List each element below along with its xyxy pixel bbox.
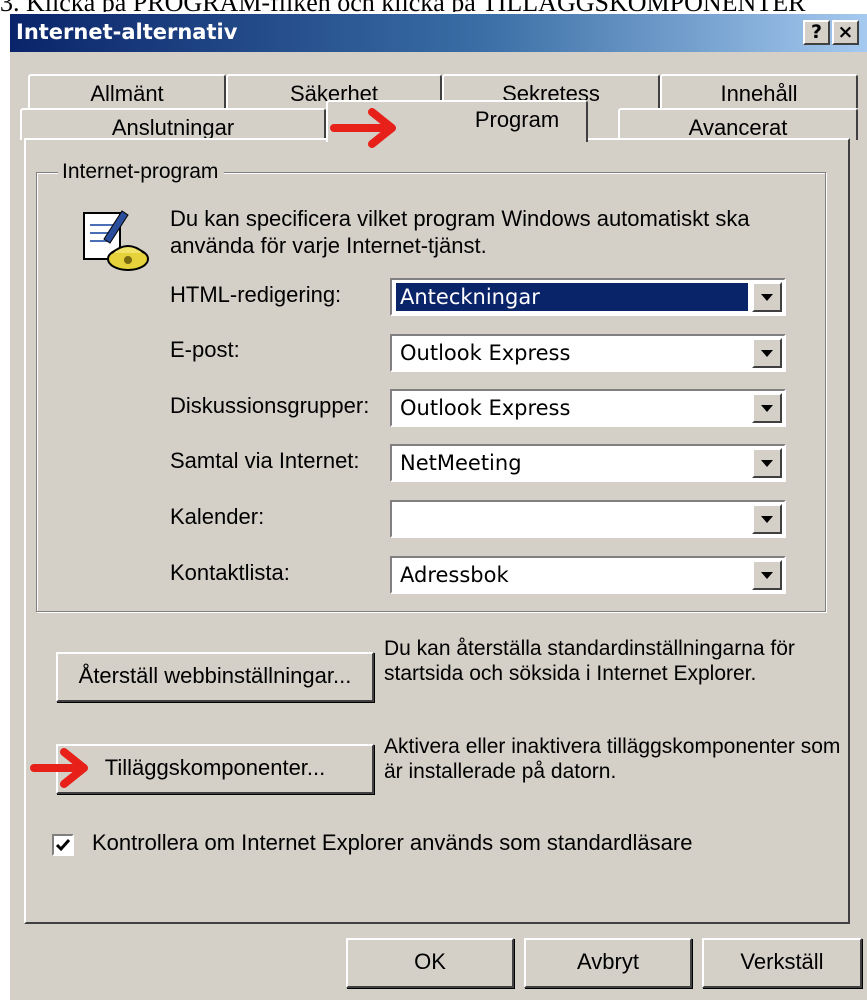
contacts-select[interactable]: Adressbok [390,556,786,594]
field-label-internet-call: Samtal via Internet: [170,448,360,473]
chevron-down-icon[interactable] [752,448,782,478]
cancel-button[interactable]: Avbryt [524,938,692,988]
field-label-contacts: Kontaktlista: [170,560,290,585]
chevron-down-icon[interactable] [752,504,782,534]
combo-value: Outlook Express [400,341,571,365]
tab-label: Allmänt [90,81,164,106]
red-arrow-icon [30,748,88,788]
default-browser-label[interactable]: Kontrollera om Internet Explorer används… [92,830,692,856]
button-label: OK [414,949,446,974]
field-label-email: E-post: [170,337,240,362]
combo-value: Adressbok [400,563,509,587]
apply-button[interactable]: Verkställ [702,938,862,988]
title-bar: Internet-alternativ ? × [10,14,867,52]
combo-value: NetMeeting [400,451,522,475]
checkmark-icon [55,839,71,852]
field-label-calendar: Kalender: [170,504,265,529]
reset-web-settings-button[interactable]: Återställ webbinställningar... [56,652,374,702]
notepad-phone-icon [78,205,154,275]
combo-value: Outlook Express [400,396,571,420]
field-label-newsgroups: Diskussionsgrupper: [170,393,370,418]
ok-button[interactable]: OK [346,938,514,988]
chevron-down-icon[interactable] [752,338,782,368]
tab-innehall[interactable]: Innehåll [660,74,858,108]
group-description: Du kan specificera vilket program Window… [170,206,750,258]
chevron-down-icon[interactable] [752,560,782,590]
button-label: Avbryt [577,949,639,974]
combo-value [396,505,748,533]
red-arrow-icon [330,108,396,148]
button-label: Återställ webbinställningar... [78,663,352,688]
tab-label: Innehåll [720,81,798,106]
tab-label: Anslutningar [111,115,235,140]
chevron-down-icon[interactable] [752,282,782,312]
combo-value: Anteckningar [396,283,748,311]
tab-anslutningar[interactable]: Anslutningar [20,108,326,140]
chevron-down-icon[interactable] [752,393,782,423]
close-button[interactable]: × [832,20,859,45]
button-label: Tilläggskomponenter... [104,755,326,780]
field-label-html: HTML-redigering: [170,282,342,307]
email-select[interactable]: Outlook Express [390,334,786,372]
calendar-select[interactable] [390,500,786,538]
html-editor-select[interactable]: Anteckningar [390,278,786,316]
group-legend: Internet-program [58,160,225,184]
tab-allmant[interactable]: Allmänt [28,74,226,108]
default-browser-checkbox[interactable] [52,834,74,856]
add-ons-button[interactable]: Tilläggskomponenter... [56,744,374,794]
window-title: Internet-alternativ [16,20,238,44]
tab-label: Avancerat [688,115,788,140]
button-label: Verkställ [740,949,824,974]
newsgroups-select[interactable]: Outlook Express [390,389,786,427]
tab-avancerat[interactable]: Avancerat [618,108,858,140]
internet-call-select[interactable]: NetMeeting [390,444,786,482]
add-ons-description: Aktivera eller inaktivera tilläggskompon… [384,735,841,783]
reset-description: Du kan återställa standardinställningarn… [384,637,795,685]
help-button[interactable]: ? [803,20,830,45]
